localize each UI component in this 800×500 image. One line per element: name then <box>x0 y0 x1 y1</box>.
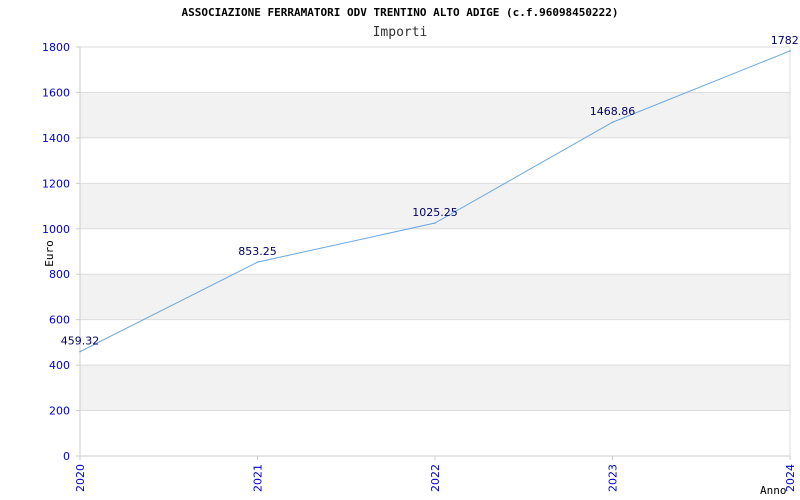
y-tick-label: 1800 <box>42 41 70 54</box>
x-axis-label: Anno <box>760 484 787 497</box>
data-label: 853.25 <box>238 245 277 258</box>
data-label: 459.32 <box>61 335 100 348</box>
y-tick-label: 400 <box>49 359 70 372</box>
x-tick-label: 2022 <box>429 464 442 492</box>
data-label: 1025.25 <box>412 206 458 219</box>
x-tick-labels: 2020 2021 2022 2023 2024 <box>74 456 797 492</box>
grid-band <box>80 137 790 184</box>
data-label: 1468.86 <box>590 105 636 118</box>
y-tick-label: 800 <box>49 268 70 281</box>
grid-band <box>80 47 790 93</box>
x-tick-label: 2021 <box>252 464 265 492</box>
data-point <box>611 121 614 124</box>
grid-band <box>80 365 790 411</box>
data-point <box>256 261 259 263</box>
data-point <box>434 222 436 224</box>
grid-bands <box>80 47 790 456</box>
grid-band <box>80 319 790 366</box>
y-tick-label: 1600 <box>42 86 70 99</box>
y-tick-label: 1400 <box>42 132 70 145</box>
data-point <box>789 50 791 52</box>
y-tick-label: 200 <box>49 405 70 418</box>
data-label: 1782.8 <box>771 34 800 47</box>
x-tick-label: 2020 <box>74 464 87 492</box>
y-tick-label: 0 <box>63 450 70 463</box>
line-chart: 0 200 400 600 800 1000 1200 1400 1600 1800 2020 20… <box>42 34 800 497</box>
grid-band <box>80 228 790 275</box>
y-tick-label: 1000 <box>42 223 70 236</box>
grid-band <box>80 410 790 456</box>
data-point <box>79 350 81 353</box>
grid-band <box>80 92 790 138</box>
grid-band <box>80 274 790 320</box>
y-tick-label: 600 <box>49 314 70 327</box>
y-axis-label: Euro <box>43 240 56 267</box>
x-tick-label: 2023 <box>607 464 620 492</box>
y-tick-label: 1200 <box>42 177 70 190</box>
